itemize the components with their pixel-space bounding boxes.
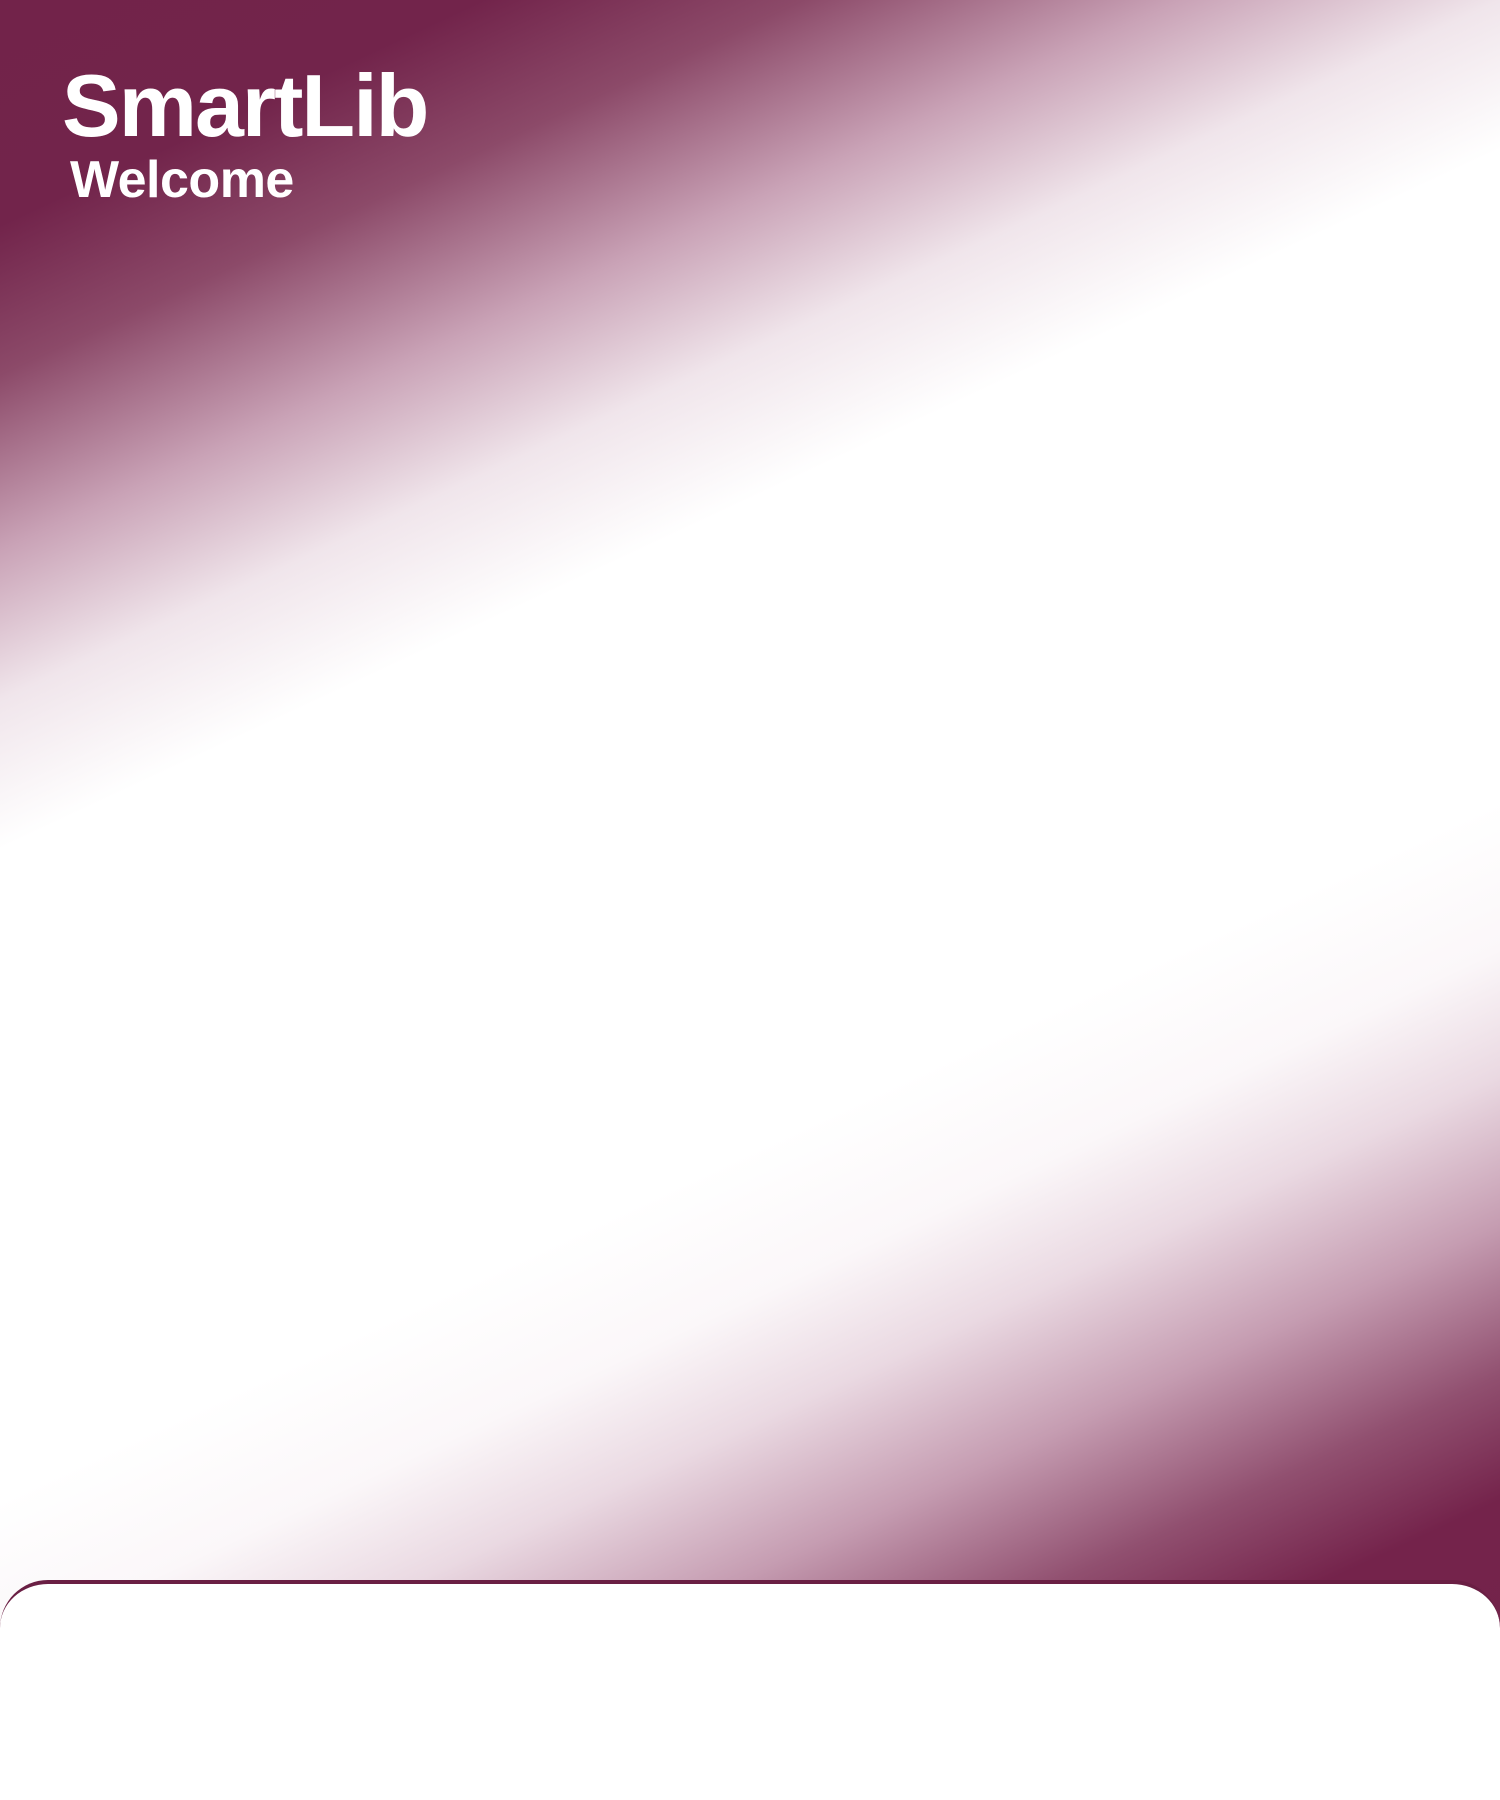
welcome-screen: SmartLib Welcome — [0, 0, 1500, 1800]
welcome-title: Welcome — [70, 151, 294, 209]
brand-header: SmartLib Welcome — [62, 56, 429, 210]
bottom-sheet — [0, 1580, 1500, 1800]
smartlib-logo: SmartLib — [62, 56, 429, 155]
